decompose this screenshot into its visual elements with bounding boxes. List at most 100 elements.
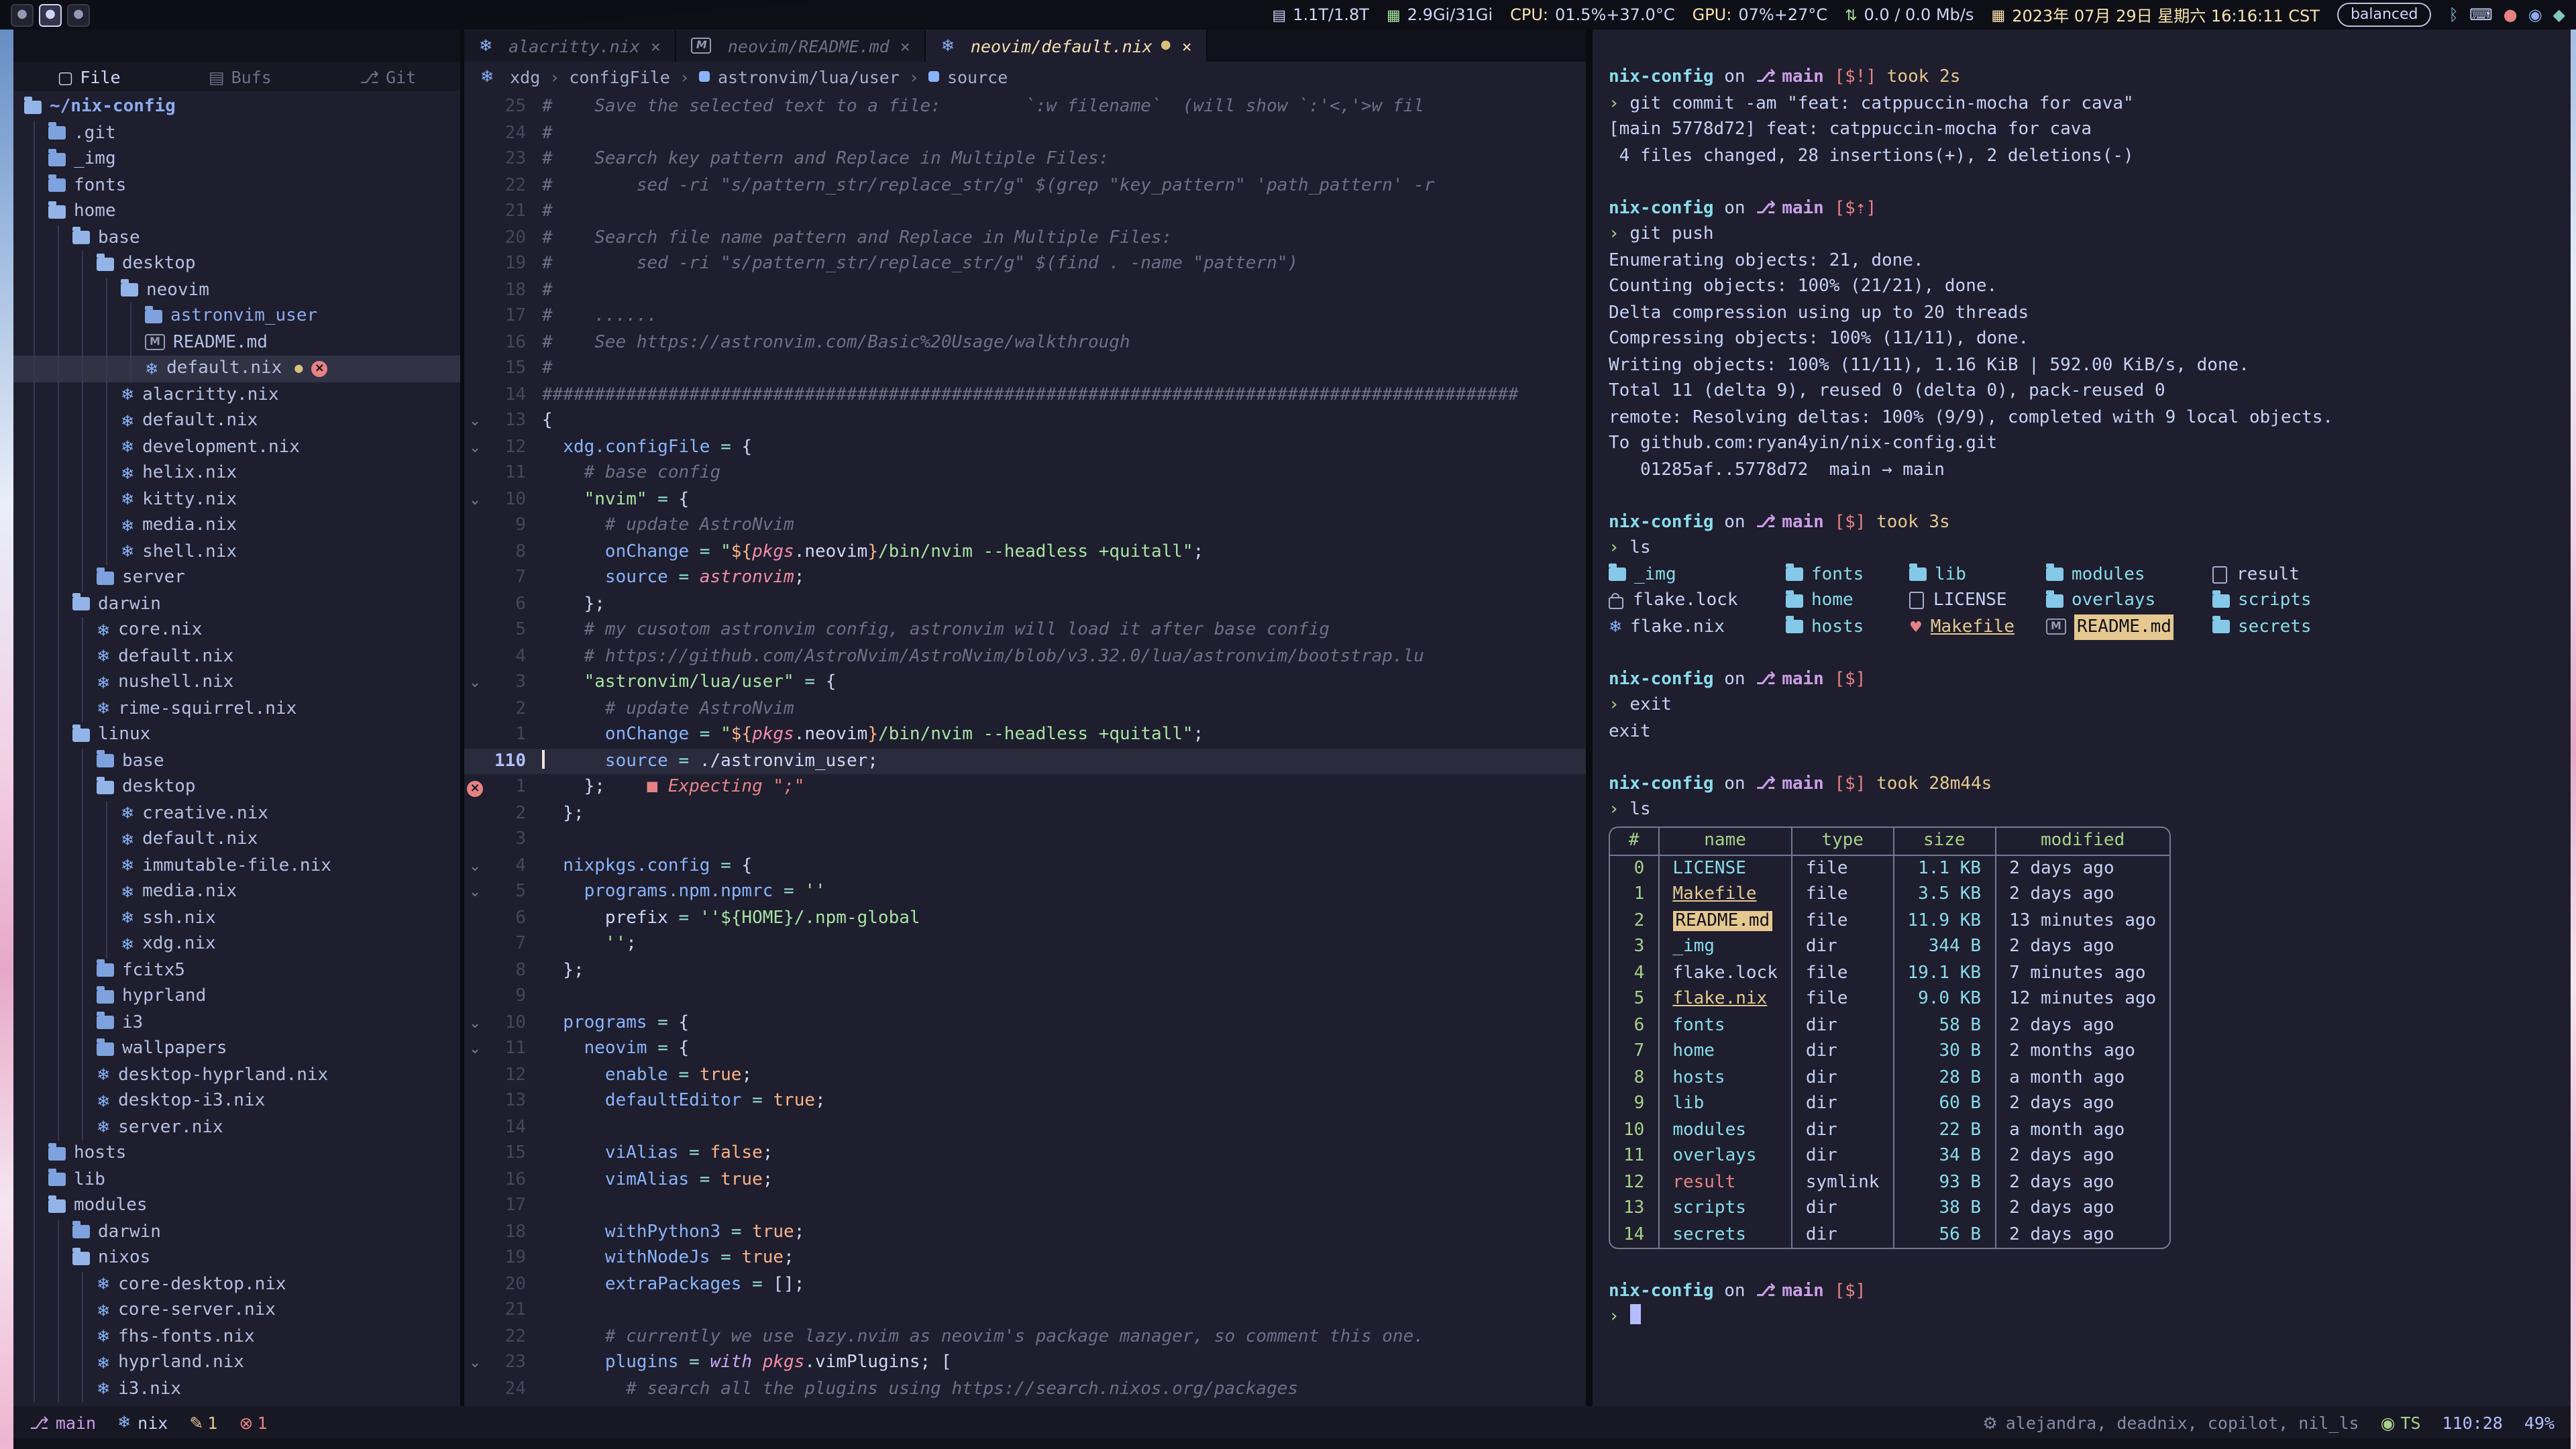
code-line[interactable]: 5 # my cusotom astronvim config, astronv… [464, 617, 1586, 643]
tree-item[interactable]: ❄nushell.nix [13, 669, 460, 696]
sidebar-tab-file[interactable]: ▢File [58, 66, 121, 87]
code-line[interactable]: 1 onChange = "${pkgs.neovim}/bin/nvim --… [464, 722, 1586, 748]
code-line[interactable]: 19# sed -ri "s/pattern_str/replace_str/g… [464, 251, 1586, 277]
buffer-tab[interactable]: Mneovim/README.md× [677, 30, 926, 62]
tree-item[interactable]: ❄hyprland.nix [13, 1350, 460, 1376]
tree-item[interactable]: linux [13, 722, 460, 748]
code-line[interactable]: 7 source = astronvim; [464, 565, 1586, 591]
close-icon[interactable]: × [1182, 36, 1192, 56]
power-profile-button[interactable]: balanced [2337, 3, 2432, 27]
tree-item[interactable]: ❄immutable-file.nix [13, 853, 460, 879]
code-line[interactable]: 9 [464, 983, 1586, 1010]
tree-item[interactable]: hyprland [13, 983, 460, 1010]
tree-item[interactable]: lib [13, 1167, 460, 1193]
terminal-command-line[interactable]: › [1609, 1304, 2563, 1330]
tree-item[interactable]: ❄development.nix [13, 434, 460, 460]
code-line[interactable]: ⌄13{ [464, 408, 1586, 434]
code-area[interactable]: 25# Save the selected text to a file: `:… [464, 91, 1586, 1406]
code-line[interactable]: 24 # search all the plugins using https:… [464, 1376, 1586, 1402]
keyboard-icon[interactable]: ⌨ [2469, 5, 2493, 24]
tree-item[interactable]: home [13, 199, 460, 225]
tree-item[interactable]: desktop [13, 251, 460, 277]
code-line[interactable]: 13 defaultEditor = true; [464, 1088, 1586, 1114]
tree-item[interactable]: ❄kitty.nix [13, 486, 460, 513]
tree-item[interactable]: wallpapers [13, 1036, 460, 1062]
code-line[interactable]: 2 }; [464, 800, 1586, 826]
tree-item[interactable]: astronvim_user [13, 303, 460, 329]
code-line[interactable]: 21 [464, 1297, 1586, 1324]
code-line[interactable]: ⌄3 "astronvim/lua/user" = { [464, 669, 1586, 696]
tree-item[interactable]: .git [13, 120, 460, 146]
code-line[interactable]: ⌄11 neovim = { [464, 1036, 1586, 1062]
code-line[interactable]: ⌄23 plugins = with pkgs.vimPlugins; [ [464, 1350, 1586, 1376]
sidebar-tab-git[interactable]: ⎇Git [360, 66, 416, 87]
tree-item[interactable]: fonts [13, 172, 460, 199]
buffer-tab[interactable]: ❄alacritty.nix× [464, 30, 677, 62]
tree-item[interactable]: hosts [13, 1140, 460, 1167]
code-line[interactable]: ⌄5 programs.npm.npmrc = '' [464, 879, 1586, 905]
tree-item[interactable]: ❄default.nix [13, 408, 460, 434]
code-line[interactable]: 14######################################… [464, 382, 1586, 408]
breadcrumb-item[interactable]: source [928, 66, 1008, 87]
code-line[interactable]: 3 [464, 826, 1586, 853]
tree-item[interactable]: nixos [13, 1245, 460, 1271]
code-line[interactable]: 25# Save the selected text to a file: `:… [464, 94, 1586, 120]
tree-item[interactable]: server [13, 565, 460, 591]
tree-item[interactable]: ~/nix-config [13, 94, 460, 120]
code-line[interactable]: ×1 }; ■ Expecting ";" [464, 774, 1586, 800]
media-icon[interactable]: ◆ [2553, 5, 2565, 24]
code-line[interactable]: 8 }; [464, 957, 1586, 983]
record-icon[interactable]: ● [2504, 5, 2518, 24]
workspace-1[interactable]: ● [11, 3, 34, 26]
code-line[interactable]: 15# [464, 356, 1586, 382]
breadcrumb-item[interactable]: astronvim/lua/user [699, 66, 900, 87]
tree-item[interactable]: fcitx5 [13, 957, 460, 983]
close-icon[interactable]: × [651, 36, 661, 56]
code-line[interactable]: ⌄4 nixpkgs.config = { [464, 853, 1586, 879]
code-line[interactable]: 23# Search key pattern and Replace in Mu… [464, 146, 1586, 172]
code-line[interactable]: 18 withPython3 = true; [464, 1219, 1586, 1245]
tree-item[interactable]: desktop [13, 774, 460, 800]
tree-item[interactable]: ❄helix.nix [13, 460, 460, 486]
tree-item[interactable]: ❄core-desktop.nix [13, 1271, 460, 1297]
breadcrumb-item[interactable]: configFile [569, 66, 670, 87]
code-line[interactable]: 8 onChange = "${pkgs.neovim}/bin/nvim --… [464, 539, 1586, 565]
tree-item[interactable]: ❄server.nix [13, 1114, 460, 1140]
code-line[interactable]: 9 # update AstroNvim [464, 513, 1586, 539]
tree-item[interactable]: ❄fhs-fonts.nix [13, 1324, 460, 1350]
tree-item[interactable]: i3 [13, 1010, 460, 1036]
tree-item[interactable]: ❄default.nix●× [13, 356, 460, 382]
code-line[interactable]: ⌄10 "nvim" = { [464, 486, 1586, 513]
code-line[interactable]: 7 ''; [464, 931, 1586, 957]
code-line[interactable]: 22# sed -ri "s/pattern_str/replace_str/g… [464, 172, 1586, 199]
code-line[interactable]: ⌄10 programs = { [464, 1010, 1586, 1036]
tree-item[interactable]: ❄default.nix [13, 826, 460, 853]
tree-item[interactable]: MREADME.md [13, 329, 460, 356]
code-line[interactable]: 21# [464, 199, 1586, 225]
code-line[interactable]: ⌄12 xdg.configFile = { [464, 434, 1586, 460]
terminal-panel[interactable]: nix-config on ⎇ main [$!] took 2s› git c… [1593, 30, 2571, 1406]
tree-item[interactable]: base [13, 225, 460, 251]
code-line[interactable]: 6 prefix = ''${HOME}/.npm-global [464, 905, 1586, 931]
tree-item[interactable]: ❄shell.nix [13, 539, 460, 565]
code-line[interactable]: 16# See https://astronvim.com/Basic%20Us… [464, 329, 1586, 356]
code-line[interactable]: 11 # base config [464, 460, 1586, 486]
tree-item[interactable]: ❄desktop-i3.nix [13, 1088, 460, 1114]
code-line[interactable]: 20# Search file name pattern and Replace… [464, 225, 1586, 251]
code-line[interactable]: 20 extraPackages = []; [464, 1271, 1586, 1297]
tree-item[interactable]: darwin [13, 1219, 460, 1245]
workspace-2[interactable]: ● [39, 3, 62, 26]
tree-item[interactable]: ❄xdg.nix [13, 931, 460, 957]
tree-item[interactable]: ❄media.nix [13, 513, 460, 539]
code-line[interactable]: 6 }; [464, 591, 1586, 617]
tree-item[interactable]: darwin [13, 591, 460, 617]
bluetooth-icon[interactable]: ᛒ [2449, 5, 2459, 24]
code-line[interactable]: 2 # update AstroNvim [464, 696, 1586, 722]
tree-item[interactable]: base [13, 748, 460, 774]
close-icon[interactable]: × [900, 36, 910, 56]
code-line[interactable]: 19 withNodeJs = true; [464, 1245, 1586, 1271]
sidebar-tab-bufs[interactable]: ▤Bufs [209, 66, 272, 87]
tree-item[interactable]: ❄media.nix [13, 879, 460, 905]
layout-indicator[interactable]: ● [67, 3, 90, 26]
code-line[interactable]: 16 vimAlias = true; [464, 1167, 1586, 1193]
